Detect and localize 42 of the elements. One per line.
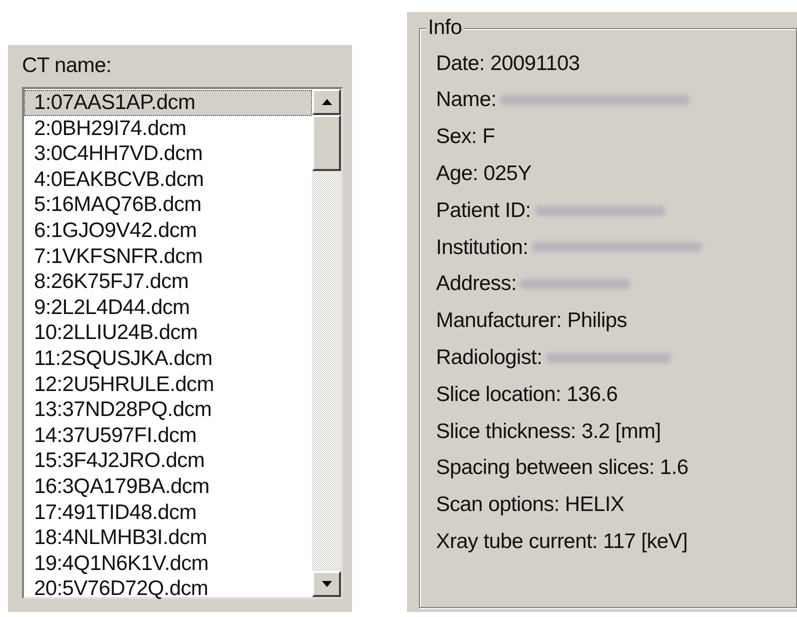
list-label: CT name:: [22, 53, 112, 79]
file-item[interactable]: 1:07AAS1AP.dcm: [24, 90, 312, 116]
file-item[interactable]: 6:1GJO9V42.dcm: [24, 218, 312, 244]
file-item[interactable]: 10:2LLIU24B.dcm: [24, 320, 312, 346]
info-field: Radiologist:: [436, 342, 542, 374]
info-field: Slice location: 136.6: [436, 378, 618, 410]
file-item[interactable]: 12:2U5HRULE.dcm: [24, 372, 312, 398]
file-item[interactable]: 19:4Q1N6K1V.dcm: [24, 550, 312, 576]
file-item[interactable]: 15:3F4J2JRO.dcm: [24, 448, 312, 474]
file-item[interactable]: 4:0EAKBCVB.dcm: [24, 166, 312, 192]
info-field: Date: 20091103: [436, 48, 580, 80]
file-item[interactable]: 3:0C4HH7VD.dcm: [24, 141, 312, 167]
info-field: Spacing between slices: 1.6: [436, 452, 688, 484]
info-field: Sex: F: [436, 121, 495, 153]
scroll-down-button[interactable]: [312, 571, 341, 597]
file-item[interactable]: 9:2L2L4D44.dcm: [24, 294, 312, 320]
file-item[interactable]: 14:37U597FI.dcm: [24, 422, 312, 448]
up-arrow-icon: [322, 99, 332, 105]
scrollbar[interactable]: [312, 89, 341, 597]
file-item[interactable]: 11:2SQUSJKA.dcm: [24, 346, 312, 372]
info-field: Scan options: HELIX: [436, 489, 624, 521]
file-item[interactable]: 16:3QA179BA.dcm: [24, 474, 312, 500]
file-item[interactable]: 13:37ND28PQ.dcm: [24, 397, 312, 423]
info-field: Institution:: [436, 232, 528, 264]
info-field: Xray tube current: 117 [keV]: [436, 526, 688, 558]
file-item[interactable]: 5:16MAQ76B.dcm: [24, 192, 312, 218]
info-field: Manufacturer: Philips: [436, 305, 627, 337]
file-item[interactable]: 18:4NLMHB3I.dcm: [24, 525, 312, 551]
scroll-up-button[interactable]: [312, 89, 341, 115]
file-list[interactable]: [22, 87, 343, 599]
file-item[interactable]: 17:491TID48.dcm: [24, 500, 312, 526]
info-field: Address:: [436, 268, 516, 300]
file-item[interactable]: 7:1VKFSNFR.dcm: [24, 244, 312, 270]
file-item[interactable]: 8:26K75FJ7.dcm: [24, 269, 312, 295]
file-item[interactable]: 20:5V76D72Q.dcm: [24, 576, 312, 602]
info-field: Slice thickness: 3.2 [mm]: [436, 416, 661, 448]
down-arrow-icon: [322, 581, 332, 587]
info-field: Patient ID:: [436, 194, 531, 226]
file-item[interactable]: 2:0BH29I74.dcm: [24, 116, 312, 142]
info-field: Age: 025Y: [436, 158, 532, 190]
info-field: Name:: [436, 84, 496, 116]
scroll-thumb[interactable]: [312, 115, 341, 171]
